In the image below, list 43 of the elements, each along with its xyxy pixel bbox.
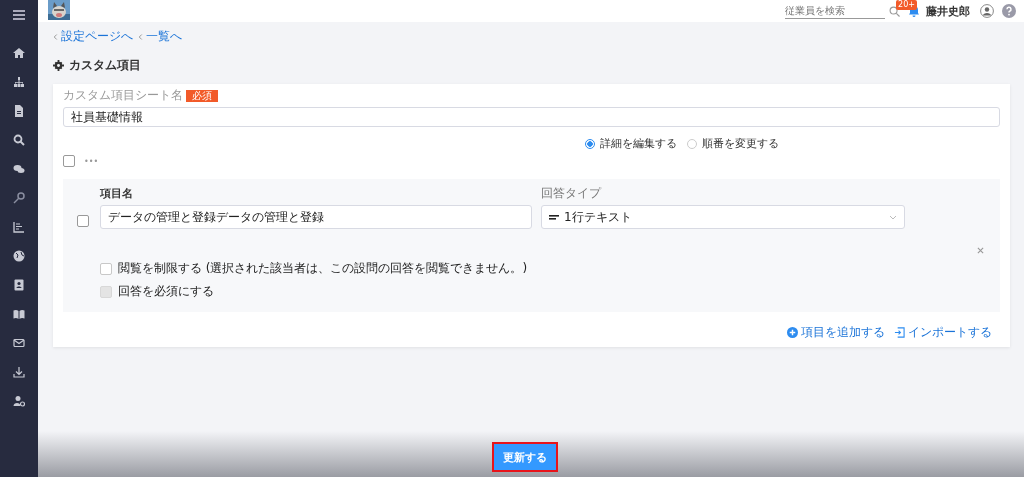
checkbox-option[interactable]: 閲覧を制限する (選択された該当者は、この設問の回答を閲覧できません。) (100, 260, 984, 277)
chevron-left-icon (53, 32, 58, 41)
item-name-field[interactable]: データの管理と登録データの管理と登録 (100, 205, 532, 229)
radio-option[interactable]: 詳細を編集する (584, 136, 677, 151)
user-settings-icon[interactable] (13, 395, 25, 407)
home-icon[interactable] (13, 47, 25, 59)
answer-type-dropdown[interactable]: 1行テキスト (541, 205, 905, 229)
book-icon[interactable] (13, 308, 25, 320)
radio-option[interactable]: 順番を変更する (686, 136, 779, 151)
chevron-down-icon (889, 214, 897, 220)
sheet-name-field[interactable]: 社員基礎情報 (63, 107, 1000, 127)
close-icon[interactable] (977, 247, 984, 254)
checkbox[interactable] (77, 215, 89, 227)
avatar-icon[interactable] (980, 4, 994, 18)
menu-icon[interactable] (13, 10, 25, 20)
chat-icon[interactable] (13, 163, 25, 175)
notification-badge: 20+ (896, 0, 917, 10)
action-link[interactable]: 項目を追加する (787, 324, 885, 341)
lines-icon (549, 214, 559, 220)
sitemap-icon[interactable] (13, 76, 25, 88)
field-label: 項目名 (100, 187, 134, 200)
address-book-icon[interactable] (13, 279, 25, 291)
chevron-left-icon (138, 32, 143, 41)
field-label: カスタム項目シート名 (63, 87, 183, 104)
field-label: 回答タイプ (541, 187, 603, 200)
download-icon[interactable] (13, 366, 25, 378)
help-icon[interactable] (1002, 4, 1016, 18)
document-icon[interactable] (13, 105, 25, 117)
plus-circle-icon (787, 327, 798, 338)
search-field[interactable]: 従業員を検索 (785, 3, 885, 19)
chart-icon[interactable] (13, 221, 25, 233)
action-link[interactable]: インポートする (894, 324, 992, 341)
breadcrumb-link[interactable]: 一覧へ (138, 28, 182, 45)
required-badge: 必須 (186, 89, 218, 102)
user-name[interactable]: 藤井史郎 (926, 3, 970, 19)
import-icon (894, 327, 905, 338)
globe-icon[interactable] (13, 250, 25, 262)
checkbox[interactable] (63, 155, 75, 167)
gear-icon (53, 60, 64, 71)
mail-icon[interactable] (13, 337, 25, 349)
breadcrumb-link[interactable]: 設定ページへ (53, 28, 133, 45)
page-title: カスタム項目 (69, 57, 141, 74)
search-icon[interactable] (13, 134, 25, 146)
